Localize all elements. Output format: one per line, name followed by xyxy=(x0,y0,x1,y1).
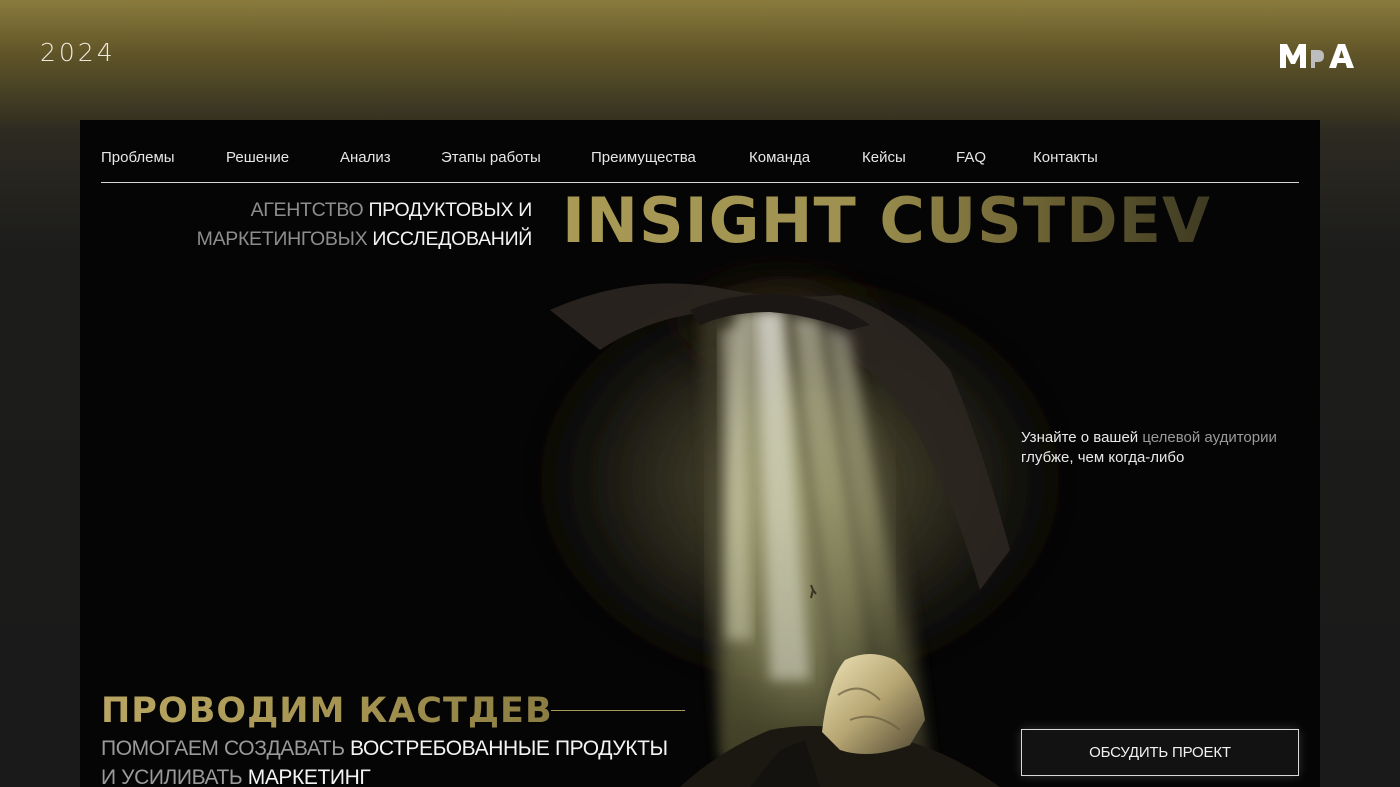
nav-item-faq[interactable]: FAQ xyxy=(956,149,986,166)
tagline-line2-white: глубже, чем когда-либо xyxy=(1021,449,1185,466)
section-heading: ПРОВОДИМ КАСТДЕВ xyxy=(101,691,553,731)
hero-subtitle: Агентство продуктовых и маркетинговых ис… xyxy=(196,196,533,254)
main-navigation: Проблемы Решение Анализ Этапы работы Пре… xyxy=(101,148,1299,183)
hero-frame: Проблемы Решение Анализ Этапы работы Пре… xyxy=(80,120,1320,787)
heading-divider xyxy=(551,710,685,711)
tagline-line1-white: Узнайте о вашей xyxy=(1021,429,1139,446)
brand-logo[interactable] xyxy=(1276,36,1364,76)
nav-item-cases[interactable]: Кейсы xyxy=(862,149,906,166)
nav-item-solution[interactable]: Решение xyxy=(226,149,289,166)
nav-item-contacts[interactable]: Контакты xyxy=(1033,149,1098,166)
lead-line2-gray: и усиливать xyxy=(101,766,243,787)
subtitle-line2-gray: маркетинговых xyxy=(196,228,368,250)
year-label: 2024 xyxy=(40,38,116,67)
nav-item-analysis[interactable]: Анализ xyxy=(340,149,391,166)
tagline-line1-gray: целевой аудитории xyxy=(1142,429,1277,446)
subtitle-line2-white: исследований xyxy=(372,228,532,250)
lead-line1-white: востребованные продукты xyxy=(350,737,668,760)
nav-item-team[interactable]: Команда xyxy=(749,149,810,166)
nav-item-problems[interactable]: Проблемы xyxy=(101,149,175,166)
nav-item-stages[interactable]: Этапы работы xyxy=(441,149,541,166)
subtitle-line1-white: продуктовых и xyxy=(368,199,532,221)
hero-lead-text: Помогаем создавать востребованные продук… xyxy=(101,734,668,787)
subtitle-line1-gray: Агентство xyxy=(250,199,364,221)
lead-line2-white: маркетинг xyxy=(247,766,371,787)
lead-line1-gray: Помогаем создавать xyxy=(101,737,345,760)
discuss-project-button[interactable]: Обсудить проект xyxy=(1021,729,1299,776)
nav-item-advantages[interactable]: Преимущества xyxy=(591,149,696,166)
hero-tagline: Узнайте о вашей целевой аудитории глубже… xyxy=(1021,428,1277,468)
hero-headline: INSIGHT CUSTDEV xyxy=(562,184,1211,257)
